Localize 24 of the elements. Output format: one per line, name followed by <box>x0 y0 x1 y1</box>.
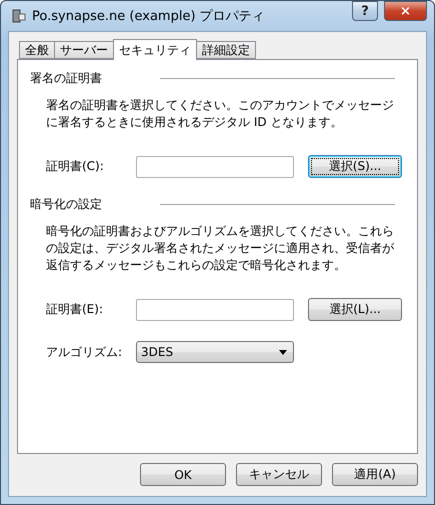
section-heading: 暗号化の設定 <box>30 196 103 213</box>
tab[interactable]: サーバー <box>54 41 114 59</box>
tab[interactable]: セキュリティ <box>113 39 197 60</box>
close-button[interactable]: × <box>384 1 427 21</box>
select-button[interactable]: 選択(S)... <box>308 155 402 178</box>
select-button[interactable]: 選択(L)... <box>308 298 402 321</box>
section-heading: 署名の証明書 <box>30 70 103 87</box>
certificate-field[interactable] <box>136 298 294 320</box>
dialog-button[interactable]: キャンセル <box>236 463 322 486</box>
dialog-button[interactable]: 適用(A) <box>332 463 418 486</box>
algorithm-dropdown[interactable]: 3DES <box>136 341 294 363</box>
server-icon <box>10 8 26 24</box>
section-description: 暗号化の証明書およびアルゴリズムを選択してください。これらの設定は、デジタル署名されたメッセージに適用され、受信者が返信するメッセージもこれらの設定で暗号化されます。 <box>46 223 395 274</box>
section-description: 署名の証明書を選択してください。このアカウントでメッセージに署名するときに使用されるデジタル ID となります。 <box>46 97 395 131</box>
certificate-field[interactable] <box>136 156 294 178</box>
dialog-button[interactable]: OK <box>140 463 226 486</box>
tab[interactable]: 全般 <box>19 41 55 59</box>
window-title: Po.synapse.ne (example) プロパティ <box>32 8 266 25</box>
field-label: 証明書(E): <box>46 301 104 318</box>
field-label: アルゴリズム: <box>46 344 124 360</box>
help-button[interactable]: ? <box>352 1 378 21</box>
caret-icon <box>279 350 287 354</box>
tab[interactable]: 詳細設定 <box>196 41 256 59</box>
field-label: 証明書(C): <box>46 158 105 175</box>
